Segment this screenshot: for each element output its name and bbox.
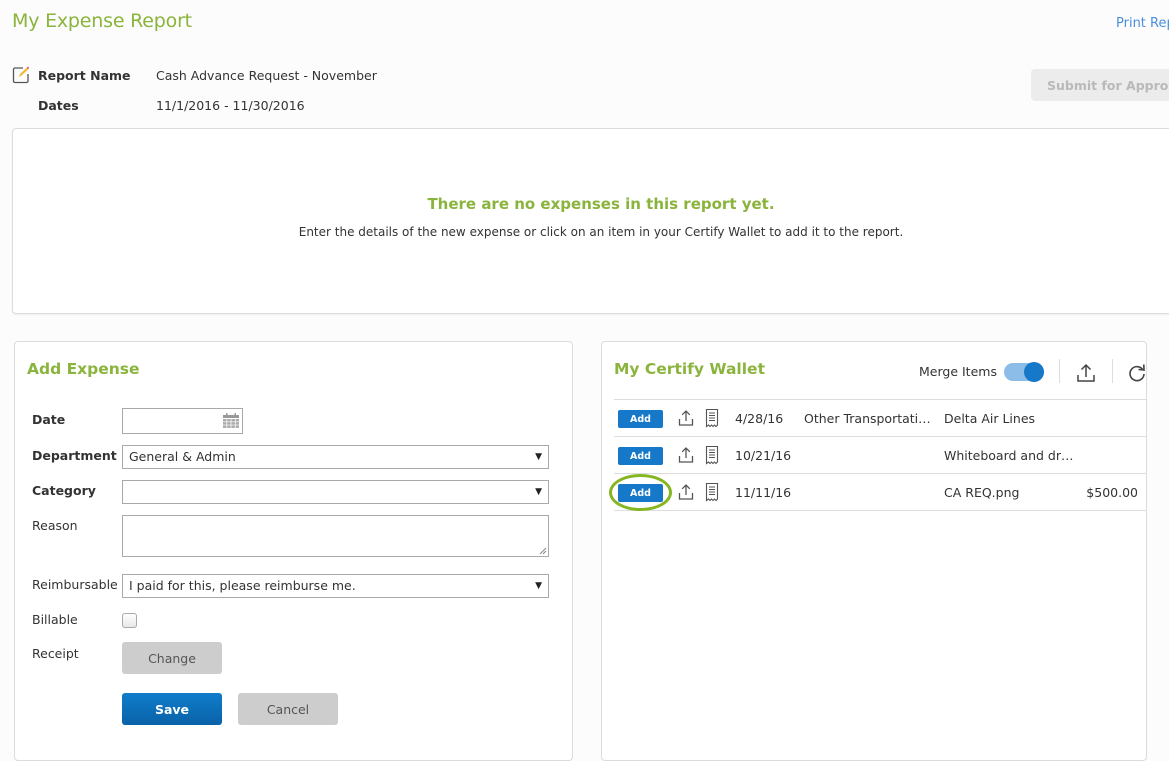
chevron-down-icon: ▼ — [535, 452, 542, 462]
report-name-label: Report Name — [38, 67, 131, 83]
change-receipt-button[interactable]: Change — [122, 642, 222, 674]
merge-items-label: Merge Items — [919, 364, 997, 379]
date-label: Date — [32, 412, 66, 427]
add-expense-title: Add Expense — [27, 360, 140, 378]
calendar-icon[interactable] — [222, 413, 240, 429]
receipt-icon[interactable] — [705, 482, 719, 502]
merge-items-toggle[interactable] — [1004, 362, 1044, 382]
item-merchant: CA REQ.png — [944, 485, 1020, 500]
wallet-title: My Certify Wallet — [614, 360, 765, 378]
item-merchant: Delta Air Lines — [944, 411, 1036, 426]
reimbursable-select[interactable]: I paid for this, please reimburse me. ▼ — [122, 574, 549, 598]
receipt-label: Receipt — [32, 646, 79, 661]
billable-label: Billable — [32, 612, 78, 627]
add-to-report-button[interactable]: Add — [618, 447, 663, 465]
item-amount: $500.00 — [1086, 485, 1138, 500]
category-select[interactable]: ▼ — [122, 480, 549, 504]
receipt-icon[interactable] — [705, 445, 719, 465]
certify-wallet-panel: My Certify Wallet Merge Items Add 4/28/1… — [601, 341, 1147, 761]
report-name-value: Cash Advance Request - November — [156, 67, 377, 83]
upload-icon[interactable] — [678, 482, 694, 502]
reason-label: Reason — [32, 518, 78, 533]
category-label: Category — [32, 483, 96, 498]
wallet-item-row[interactable]: Add 11/11/16 CA REQ.png $500.00 — [609, 474, 1147, 511]
page-title: My Expense Report — [12, 10, 192, 32]
edit-icon[interactable] — [12, 66, 30, 84]
add-to-report-button[interactable]: Add — [618, 410, 663, 428]
print-report-link[interactable]: Print Report — [1116, 16, 1169, 31]
chevron-down-icon: ▼ — [535, 581, 542, 591]
add-expense-panel: Add Expense Date Department General & Ad… — [14, 341, 573, 761]
upload-icon[interactable] — [678, 408, 694, 428]
item-date: 4/28/16 — [735, 411, 784, 426]
empty-state-description: Enter the details of the new expense or … — [298, 225, 904, 239]
highlight-ring — [609, 474, 672, 511]
reimbursable-label: Reimbursable — [32, 577, 118, 592]
reason-textarea[interactable] — [122, 515, 549, 557]
wallet-items-list: Add 4/28/16 Other Transportation Delta A… — [609, 399, 1147, 511]
save-button[interactable]: Save — [122, 693, 222, 725]
report-dates-label: Dates — [38, 98, 79, 113]
wallet-item-row[interactable]: Add 4/28/16 Other Transportation Delta A… — [614, 400, 1147, 437]
item-date: 11/11/16 — [735, 485, 792, 500]
department-label: Department — [32, 448, 117, 463]
refresh-icon[interactable] — [1127, 362, 1147, 384]
resize-grip-icon[interactable] — [539, 547, 547, 555]
item-merchant: Whiteboard and dry erase markers — [944, 448, 1074, 463]
wallet-item-row[interactable]: Add 10/21/16 Whiteboard and dry erase ma… — [614, 437, 1147, 474]
billable-checkbox[interactable] — [122, 613, 137, 628]
department-value: General & Admin — [129, 449, 236, 464]
upload-icon[interactable] — [1076, 362, 1096, 384]
submit-for-approval-button[interactable]: Submit for Approval — [1031, 69, 1169, 101]
item-category: Other Transportation — [804, 411, 932, 426]
reimbursable-value: I paid for this, please reimburse me. — [129, 578, 356, 593]
expenses-empty-panel: There are no expenses in this report yet… — [12, 128, 1169, 314]
divider — [1112, 359, 1113, 383]
empty-state-title: There are no expenses in this report yet… — [427, 195, 775, 213]
report-name-row: Report Name Cash Advance Request - Novem… — [12, 66, 377, 84]
cancel-button[interactable]: Cancel — [238, 693, 338, 725]
report-dates-value: 11/1/2016 - 11/30/2016 — [156, 98, 305, 113]
department-select[interactable]: General & Admin ▼ — [122, 445, 549, 469]
toggle-knob — [1024, 362, 1044, 382]
divider — [1059, 359, 1060, 383]
date-input[interactable] — [122, 408, 243, 434]
item-date: 10/21/16 — [735, 448, 792, 463]
upload-icon[interactable] — [678, 445, 694, 465]
receipt-icon[interactable] — [705, 408, 719, 428]
report-dates-row: Dates 11/1/2016 - 11/30/2016 — [12, 98, 305, 113]
chevron-down-icon: ▼ — [535, 487, 542, 497]
